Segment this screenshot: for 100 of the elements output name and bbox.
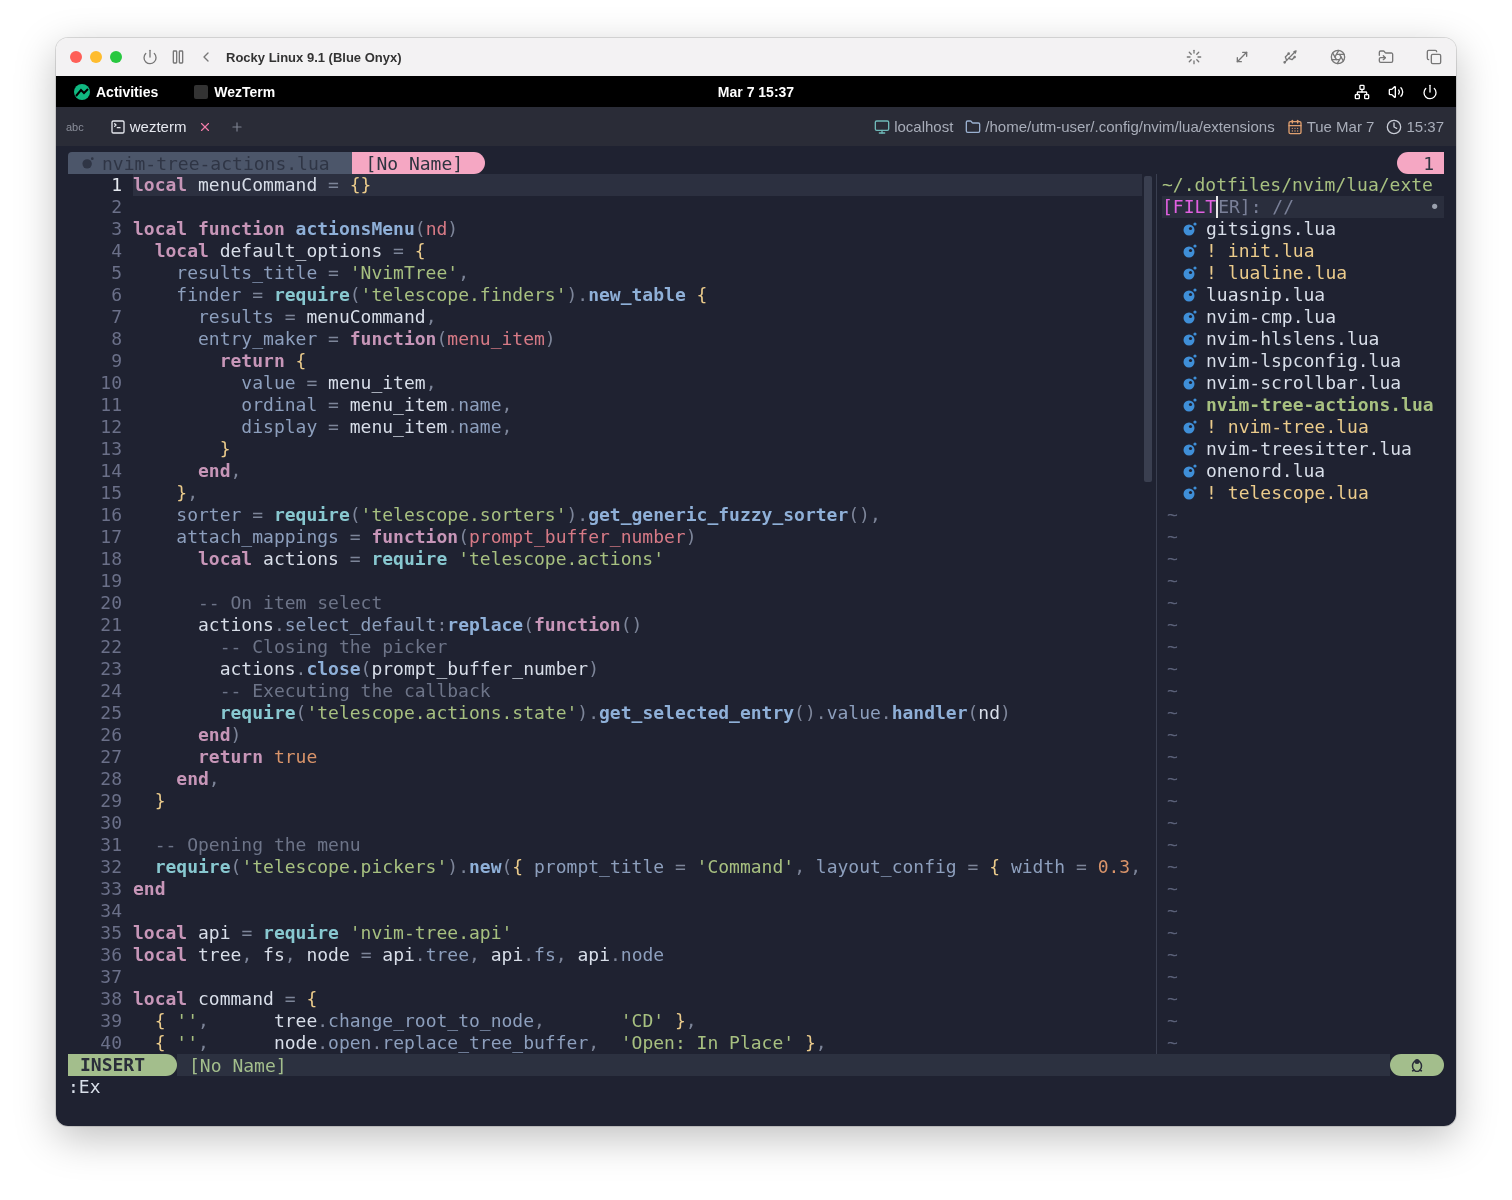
line-number: 1	[110, 174, 122, 196]
line-number: 22	[99, 636, 122, 658]
close-button[interactable]	[70, 51, 82, 63]
empty-line-marker: ~	[1166, 570, 1179, 592]
empty-line-marker: ~	[1166, 878, 1179, 900]
command-line[interactable]: :Ex	[68, 1076, 1444, 1098]
flag-label: !	[1206, 262, 1217, 284]
circle-dot-icon	[1183, 288, 1197, 302]
empty-line-marker: ~	[1166, 702, 1179, 724]
code-line: local tree, fs, node = api.tree, api.fs, api.node	[133, 944, 666, 966]
empty-line-marker: ~	[1166, 680, 1179, 702]
circle-dot-icon	[1183, 420, 1197, 434]
code-line: { '', node.open.replace_tree_buffer, 'Open: In Place' },	[153, 1032, 828, 1054]
code-line: ordinal = menu_item.name,	[240, 394, 514, 416]
usb-icon[interactable]	[1282, 49, 1298, 65]
file-name[interactable]: luasnip.lua	[1206, 284, 1326, 306]
buffer-tab[interactable]: [No Name]	[351, 152, 486, 174]
empty-line-marker: ~	[1166, 658, 1179, 680]
flag-label: !	[1206, 482, 1217, 504]
empty-line-marker: ~	[1166, 614, 1179, 636]
pause-icon[interactable]	[170, 49, 186, 65]
flag-label: !	[1206, 240, 1217, 262]
windows-icon[interactable]	[1426, 49, 1442, 65]
code-line: display = menu_item.name,	[240, 416, 514, 438]
circle-dot-icon	[1183, 398, 1197, 412]
date: Tue Mar 7	[1306, 118, 1375, 135]
file-name[interactable]: lualine.lua	[1227, 262, 1348, 284]
circle-dot-icon	[82, 157, 94, 169]
resize-icon[interactable]	[1234, 49, 1250, 65]
line-number: 27	[99, 746, 122, 768]
aperture-icon[interactable]	[1330, 49, 1346, 65]
code-line: -- Closing the picker	[218, 636, 449, 658]
empty-line-marker: ~	[1166, 526, 1179, 548]
empty-line-marker: ~	[1166, 988, 1179, 1010]
clock-icon	[1386, 118, 1403, 135]
code-line: local api = require 'nvim-tree.api'	[133, 922, 514, 944]
line-number: 36	[99, 944, 122, 966]
code-line: require('telescope.pickers').new({ prompt_title = 'Command', layout_config = { width = 0.3,	[153, 856, 1142, 878]
line-number: 38	[99, 988, 122, 1010]
file-name[interactable]: nvim-hlslens.lua	[1206, 328, 1380, 350]
circle-dot-icon	[1183, 442, 1197, 456]
line-number: 25	[99, 702, 122, 724]
add-tab-icon[interactable]	[230, 119, 245, 134]
line-number: 39	[99, 1010, 122, 1032]
logo-icon	[74, 83, 90, 100]
line-number: 6	[110, 284, 122, 306]
empty-line-marker: ~	[1166, 1010, 1179, 1032]
file-name[interactable]: telescope.lua	[1227, 482, 1369, 504]
code-line: -- Executing the callback	[218, 680, 492, 702]
volume-icon[interactable]	[1388, 83, 1404, 100]
status-file-name: [No Name]	[189, 1054, 287, 1076]
terminal-tab[interactable]: wezterm	[109, 118, 195, 135]
empty-line-marker: ~	[1166, 944, 1179, 966]
line-number: 9	[110, 350, 122, 372]
line-number: 2	[110, 196, 122, 218]
filter-prompt[interactable]: [FILT ER]: // •	[1162, 196, 1444, 218]
file-name[interactable]: init.lua	[1227, 240, 1315, 262]
code-line: end	[133, 878, 167, 900]
file-name[interactable]: gitsigns.lua	[1206, 218, 1337, 240]
empty-line-marker: ~	[1166, 812, 1179, 834]
circle-dot-icon	[1183, 464, 1197, 478]
tab-number[interactable]: 1	[1397, 152, 1444, 174]
line-number: 20	[99, 592, 122, 614]
empty-line-marker: ~	[1166, 900, 1179, 922]
file-name[interactable]: nvim-lspconfig.lua	[1206, 350, 1402, 372]
empty-line-marker: ~	[1166, 548, 1179, 570]
spinner-icon[interactable]	[1186, 49, 1202, 65]
code-line: }	[218, 438, 232, 460]
line-number: 37	[99, 966, 122, 988]
power-icon[interactable]	[1422, 83, 1438, 100]
circle-dot-icon	[1183, 266, 1197, 280]
file-name[interactable]: nvim-scrollbar.lua	[1206, 372, 1402, 394]
folder-icon[interactable]	[1378, 49, 1394, 65]
code-line: return true	[197, 746, 319, 768]
monitor-icon	[874, 118, 891, 135]
line-number: 10	[99, 372, 122, 394]
app-name[interactable]: WezTerm	[214, 83, 276, 100]
circle-dot-icon	[1183, 244, 1197, 258]
file-name[interactable]: nvim-treesitter.lua	[1206, 438, 1412, 460]
code-line: },	[175, 482, 200, 504]
empty-line-marker: ~	[1166, 724, 1179, 746]
file-name[interactable]: onenord.lua	[1206, 460, 1326, 482]
circle-dot-icon	[1183, 310, 1197, 324]
line-number: 12	[99, 416, 122, 438]
clock[interactable]: Mar 7 15:37	[717, 83, 795, 100]
file-name[interactable]: nvim-tree.lua	[1227, 416, 1369, 438]
network-icon[interactable]	[1354, 83, 1370, 100]
scrollbar[interactable]	[1144, 176, 1152, 482]
line-number: 21	[99, 614, 122, 636]
circle-dot-icon	[1183, 354, 1197, 368]
line-number: 19	[99, 570, 122, 592]
line-number: 23	[99, 658, 122, 680]
activities-button[interactable]: Activities	[96, 83, 159, 100]
tree-path: ~/.dotfiles/nvim/lua/exte	[1162, 174, 1434, 196]
code-line: local actions = require 'telescope.actions'	[197, 548, 666, 570]
file-name[interactable]: nvim-tree-actions.lua	[1206, 394, 1434, 416]
file-name[interactable]: nvim-cmp.lua	[1206, 306, 1337, 328]
circle-dot-icon	[1183, 486, 1197, 500]
flag-label: !	[1206, 416, 1217, 438]
line-number: 18	[99, 548, 122, 570]
